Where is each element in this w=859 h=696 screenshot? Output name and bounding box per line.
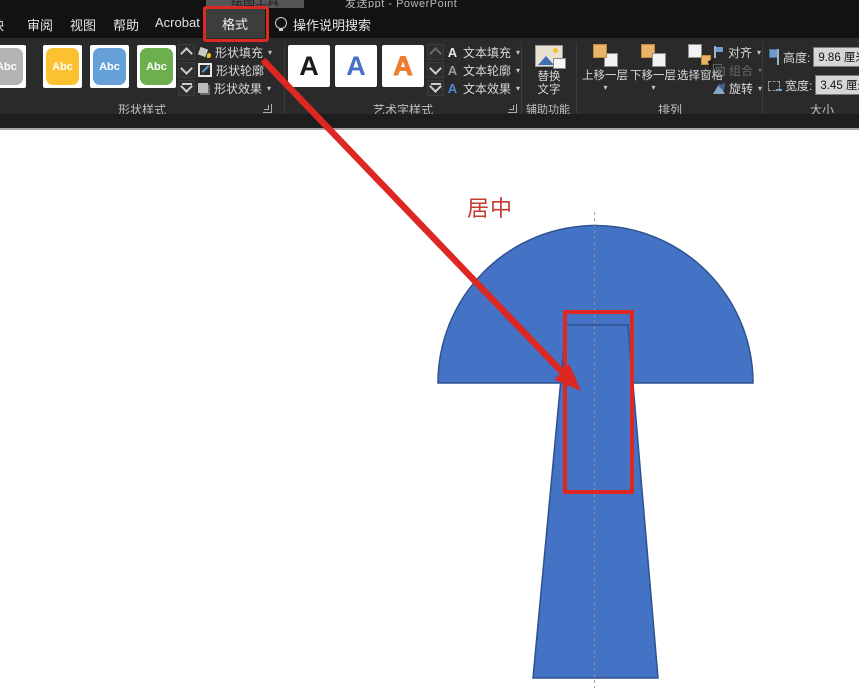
shape-outline-button[interactable]: 形状轮廓 ▾ <box>198 62 273 78</box>
slide-canvas[interactable] <box>0 130 859 691</box>
rotate-button[interactable]: 旋转 ▾ <box>713 80 762 96</box>
lightbulb-icon <box>275 17 287 31</box>
align-button[interactable]: 对齐 ▾ <box>713 44 761 60</box>
text-effects-icon: A <box>447 80 458 96</box>
height-row: 高度: <box>768 47 859 67</box>
mountain-icon <box>538 56 554 65</box>
shape-style-preset[interactable]: Abc <box>43 45 82 88</box>
tab-acrobat[interactable]: Acrobat <box>155 15 200 30</box>
gallery-more-button[interactable] <box>178 80 195 96</box>
text-outline-button[interactable]: A 文本轮廓 ▾ <box>446 62 520 78</box>
shape-outline-icon <box>198 63 212 77</box>
gallery-scroll-down-button[interactable] <box>427 62 444 78</box>
gallery-more-button[interactable] <box>427 80 444 96</box>
tab-partial-slideshow[interactable]: 映 <box>0 15 4 34</box>
text-effects-button[interactable]: A 文本效果 ▾ <box>446 80 520 96</box>
sun-icon <box>553 48 558 53</box>
tab-help[interactable]: 帮助 <box>113 15 139 34</box>
dropdown-arrow-icon: ▾ <box>757 47 762 57</box>
tell-me-search[interactable]: 操作说明搜索 <box>293 15 371 34</box>
ribbon-canvas-divider <box>0 128 859 130</box>
bring-forward-button[interactable]: 上移一层 ▾ <box>581 42 629 98</box>
shape-styles-dialog-launcher[interactable] <box>263 104 272 113</box>
chevron-up-icon <box>180 47 193 60</box>
gallery-scroll-up-button[interactable] <box>427 44 444 60</box>
shape-effects-button[interactable]: 形状效果 ▾ <box>198 80 271 96</box>
alt-text-picture-icon <box>535 45 566 69</box>
width-row: 宽度: <box>768 75 859 95</box>
group-button-disabled: 组合 ▾ <box>713 62 762 78</box>
dropdown-arrow-icon: ▾ <box>516 47 521 57</box>
shape-style-preset[interactable]: Abc <box>137 45 176 88</box>
shape-width-icon <box>768 79 782 91</box>
red-highlight-format-tab <box>203 6 269 42</box>
red-highlight-rectangle <box>563 310 634 494</box>
wordart-preset[interactable]: A <box>382 45 424 87</box>
ribbon-format: Abc Abc Abc Abc 形状填充 ▾ 形状轮廓 ▾ 形状效果 ▾ 形状样式 A… <box>0 38 859 130</box>
shape-fill-button[interactable]: 形状填充 ▾ <box>198 44 272 60</box>
shape-height-icon <box>768 49 780 65</box>
dropdown-arrow-icon: ▾ <box>267 83 272 93</box>
group-label-shape-styles: 形状样式 <box>117 103 166 117</box>
rotate-icon <box>713 82 725 94</box>
group-label-size: 大小 <box>809 103 834 117</box>
bring-forward-icon <box>592 44 618 67</box>
text-outline-icon: A <box>447 62 458 78</box>
group-label-accessibility: 辅助功能 <box>526 104 570 116</box>
shape-style-chip: Abc <box>46 48 79 85</box>
wordart-dialog-launcher[interactable] <box>508 104 517 113</box>
title-and-tab-bar: 绘图工具 发送ppt - PowerPoint 映 审阅 视图 帮助 Acrob… <box>0 0 859 38</box>
group-label-arrange: 排列 <box>657 103 682 117</box>
dropdown-arrow-icon: ▾ <box>268 47 273 57</box>
align-icon <box>713 46 724 58</box>
wordart-preset[interactable]: A <box>288 45 330 87</box>
width-input[interactable] <box>815 75 859 95</box>
group-separator <box>576 42 577 124</box>
shape-style-preset[interactable]: Abc <box>90 45 129 88</box>
alt-text-button[interactable]: 替换 文字 <box>525 42 573 98</box>
chevron-up-icon <box>429 47 442 60</box>
gallery-scroll-down-button[interactable] <box>178 62 195 78</box>
send-backward-icon <box>640 44 666 67</box>
tab-view[interactable]: 视图 <box>70 15 96 34</box>
shape-fill-icon <box>198 46 211 58</box>
card-icon <box>553 58 566 69</box>
annotation-text: 居中 <box>467 196 514 221</box>
group-objects-icon <box>713 64 725 76</box>
text-fill-icon: A <box>447 44 458 60</box>
selection-pane-icon <box>687 44 716 70</box>
chevron-down-icon <box>180 62 193 75</box>
window-title: 发送ppt - PowerPoint <box>345 0 458 8</box>
shape-style-preset[interactable]: Abc <box>0 45 26 88</box>
shape-style-chip: Abc <box>140 48 173 85</box>
dropdown-arrow-icon: ▾ <box>516 65 521 75</box>
shape-effects-icon <box>198 83 208 93</box>
wordart-preset[interactable]: A <box>335 45 377 87</box>
gallery-scroll-up-button[interactable] <box>178 44 195 60</box>
group-label-wordart-styles: 艺术字样式 <box>372 103 433 117</box>
dropdown-arrow-icon: ▾ <box>269 65 274 75</box>
tab-review[interactable]: 审阅 <box>27 15 53 34</box>
dropdown-arrow-icon: ▾ <box>516 83 521 93</box>
chevron-down-icon <box>429 62 442 75</box>
mushroom-shape-drawing <box>437 212 754 688</box>
dropdown-arrow-icon: ▾ <box>651 83 656 92</box>
height-input[interactable] <box>813 47 859 67</box>
dropdown-arrow-icon: ▾ <box>603 83 608 92</box>
group-separator <box>284 42 285 124</box>
group-separator <box>762 42 763 124</box>
shape-style-chip: Abc <box>0 48 23 85</box>
send-backward-button[interactable]: 下移一层 ▾ <box>629 42 677 98</box>
text-fill-button[interactable]: A 文本填充 ▾ <box>446 44 520 60</box>
shape-style-chip: Abc <box>93 48 126 85</box>
